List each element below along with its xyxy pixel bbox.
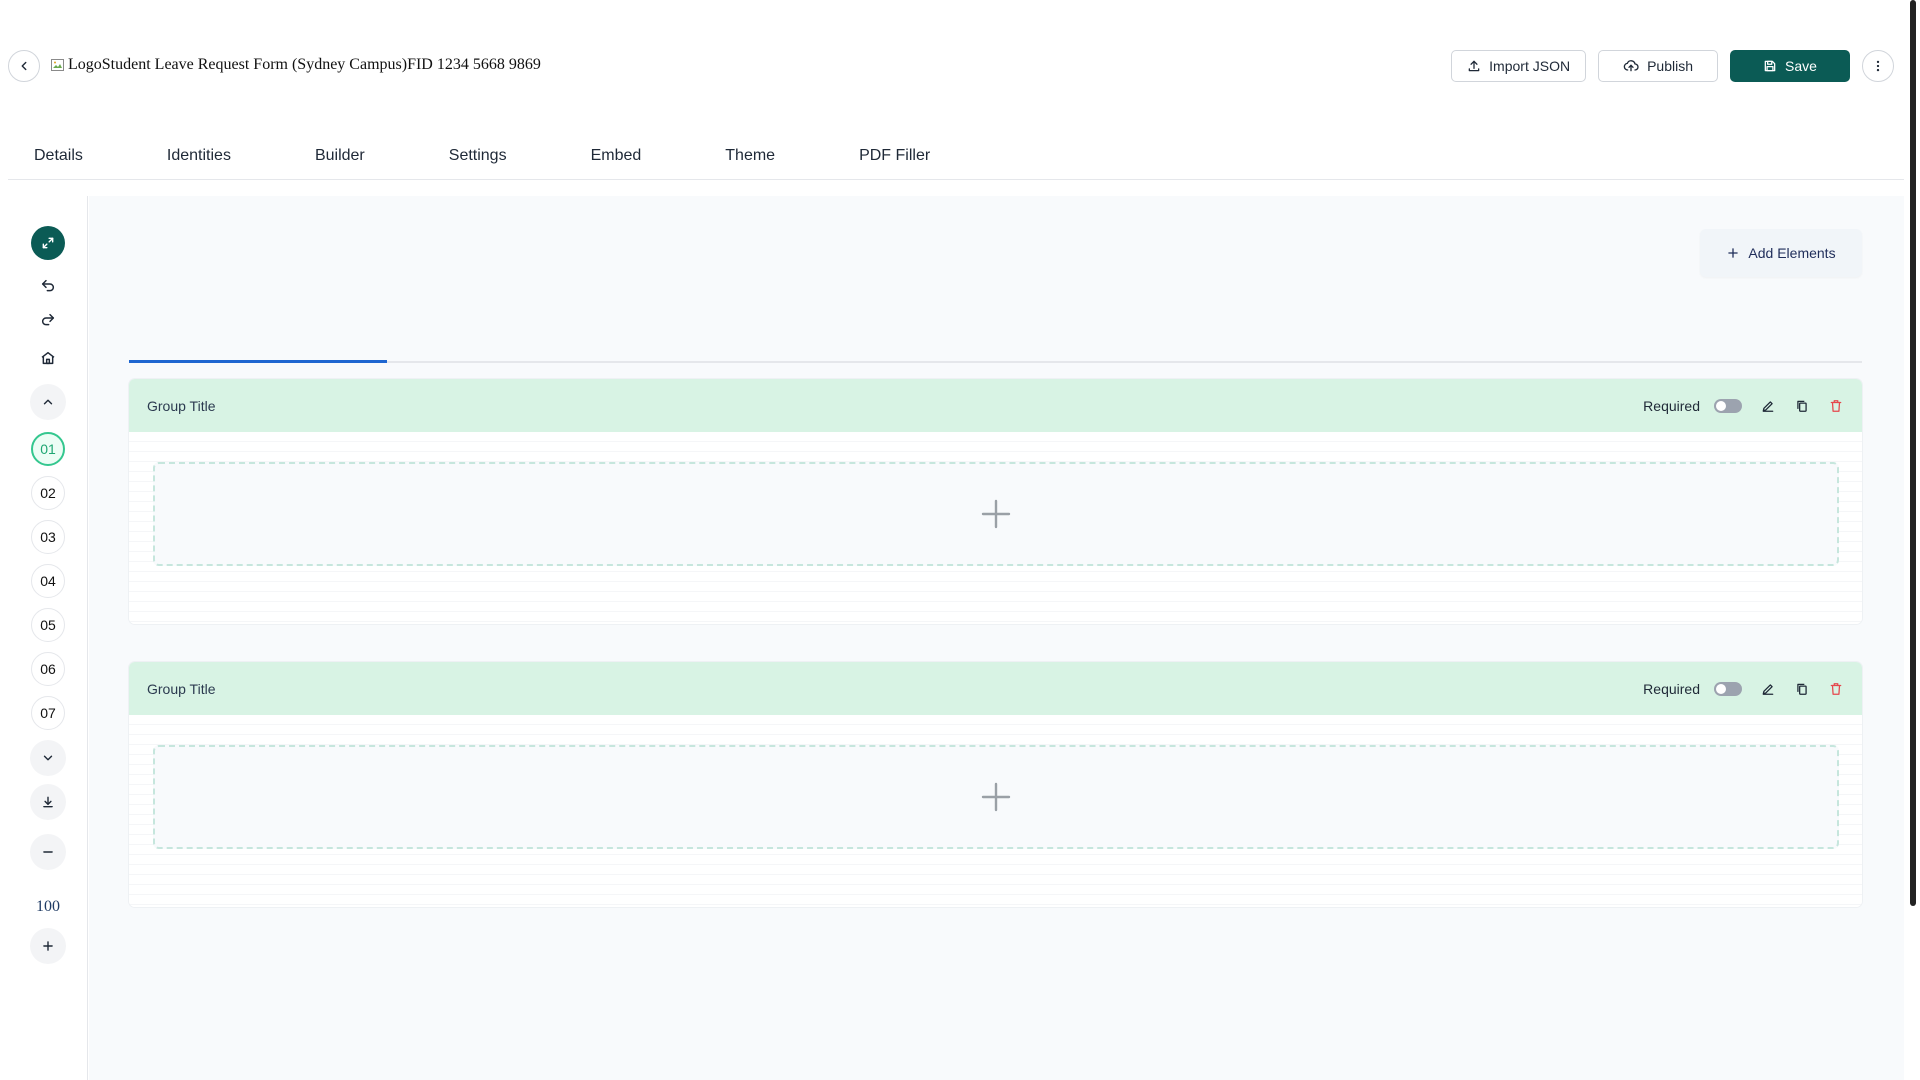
add-elements-label: Add Elements — [1748, 245, 1836, 261]
plus-icon — [980, 781, 1012, 813]
more-vertical-icon — [1871, 59, 1885, 73]
chevron-left-icon — [17, 59, 31, 73]
copy-icon[interactable] — [1794, 681, 1810, 697]
add-field-dropzone[interactable] — [153, 462, 1839, 566]
home-button[interactable] — [30, 340, 66, 376]
active-page-tab-indicator[interactable] — [129, 360, 387, 363]
tab-builder[interactable]: Builder — [257, 132, 391, 180]
chevron-up-icon — [41, 395, 55, 409]
plus-icon — [980, 498, 1012, 530]
chevron-down-icon — [41, 751, 55, 765]
tab-pdf-filler[interactable]: PDF Filler — [801, 132, 956, 180]
form-group: Group Title Required — [129, 379, 1862, 624]
zoom-value: 100 — [36, 898, 60, 915]
required-label: Required — [1643, 680, 1700, 697]
group-header: Group Title Required — [129, 662, 1862, 715]
required-toggle[interactable] — [1714, 398, 1742, 413]
header-actions: Import JSON Publish Save — [1451, 50, 1894, 82]
builder-toolbar: 01 02 03 04 05 06 07 100 — [0, 196, 88, 1080]
group-tools: Required — [1643, 398, 1844, 414]
logo-alt-text: Logo — [68, 56, 102, 73]
more-options-button[interactable] — [1862, 50, 1894, 82]
page-scrollbar[interactable] — [1910, 0, 1916, 906]
plus-icon — [1726, 246, 1740, 260]
edit-icon[interactable] — [1760, 681, 1776, 697]
step-06[interactable]: 06 — [31, 652, 65, 686]
group-title: Group Title — [147, 680, 216, 697]
step-01[interactable]: 01 — [31, 432, 65, 466]
import-json-label: Import JSON — [1489, 58, 1571, 74]
edit-icon[interactable] — [1760, 398, 1776, 414]
builder-canvas: Add Elements Group Title Required Group … — [89, 196, 1904, 1080]
group-body — [129, 432, 1862, 624]
download-icon — [41, 795, 55, 809]
redo-button[interactable] — [30, 302, 66, 338]
tab-embed[interactable]: Embed — [533, 132, 668, 180]
import-json-button[interactable]: Import JSON — [1451, 50, 1587, 82]
zoom-out-button[interactable] — [30, 834, 66, 870]
group-header: Group Title Required — [129, 379, 1862, 432]
step-03[interactable]: 03 — [31, 520, 65, 554]
tab-theme[interactable]: Theme — [667, 132, 801, 180]
trash-icon[interactable] — [1828, 681, 1844, 697]
tab-identities[interactable]: Identities — [109, 132, 257, 180]
group-tools: Required — [1643, 681, 1844, 697]
step-05[interactable]: 05 — [31, 608, 65, 642]
page-tab-bar — [129, 360, 1862, 363]
add-field-dropzone[interactable] — [153, 745, 1839, 849]
logo: Logo — [50, 56, 102, 74]
floppy-disk-icon — [1763, 59, 1777, 73]
back-button[interactable] — [8, 50, 40, 82]
broken-image-icon — [50, 57, 68, 73]
save-button[interactable]: Save — [1730, 50, 1850, 82]
page-title: Student Leave Request Form (Sydney Campu… — [101, 56, 408, 73]
form-id: FID 1234 5668 9869 — [407, 56, 541, 73]
undo-icon — [40, 278, 56, 294]
app-header: Logo Student Leave Request Form (Sydney … — [0, 0, 1900, 132]
form-title-bar: Logo Student Leave Request Form (Sydney … — [50, 56, 541, 74]
group-title: Group Title — [147, 397, 216, 414]
upload-icon — [1467, 59, 1481, 73]
undo-button[interactable] — [30, 268, 66, 304]
copy-icon[interactable] — [1794, 398, 1810, 414]
trash-icon[interactable] — [1828, 398, 1844, 414]
form-group: Group Title Required — [129, 662, 1862, 907]
step-up-button[interactable] — [30, 384, 66, 420]
plus-icon — [41, 939, 55, 953]
step-02[interactable]: 02 — [31, 476, 65, 510]
publish-button[interactable]: Publish — [1598, 50, 1718, 82]
publish-label: Publish — [1647, 58, 1693, 74]
required-toggle[interactable] — [1714, 681, 1742, 696]
download-button[interactable] — [30, 784, 66, 820]
minus-icon — [41, 845, 55, 859]
zoom-in-button[interactable] — [30, 928, 66, 964]
required-label: Required — [1643, 397, 1700, 414]
step-07[interactable]: 07 — [31, 696, 65, 730]
step-04[interactable]: 04 — [31, 564, 65, 598]
step-down-button[interactable] — [30, 740, 66, 776]
expand-icon — [41, 236, 55, 250]
save-label: Save — [1785, 58, 1817, 74]
expand-button[interactable] — [31, 226, 65, 260]
tab-details[interactable]: Details — [8, 132, 109, 180]
redo-icon — [40, 312, 56, 328]
tab-settings[interactable]: Settings — [391, 132, 533, 180]
cloud-upload-icon — [1623, 58, 1639, 74]
home-icon — [40, 350, 56, 366]
add-elements-button[interactable]: Add Elements — [1700, 229, 1862, 277]
group-body — [129, 715, 1862, 907]
main-tabs: Details Identities Builder Settings Embe… — [8, 132, 1904, 180]
